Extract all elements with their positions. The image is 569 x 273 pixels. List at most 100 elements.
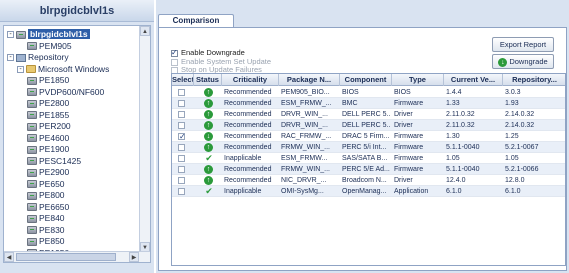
status-cell: ↓: [203, 131, 217, 142]
enable-downgrade-option[interactable]: Enable Downgrade: [171, 48, 245, 57]
tree-node[interactable]: PE840: [27, 212, 65, 224]
tab-comparison-report[interactable]: Comparison Report: [158, 14, 234, 37]
tree-node[interactable]: PE2800: [27, 97, 69, 109]
package-cell: DRVR_WIN_...: [281, 122, 328, 129]
table-row[interactable]: ↑ Recommended PEM905_BIO... BIOS BIOS 1.4.4 3.…: [172, 87, 565, 98]
column-header[interactable]: Package N...: [279, 74, 340, 86]
repository-cell: 12.8.0: [505, 177, 525, 184]
package-cell: NIC_DRVR_...: [281, 177, 327, 184]
tree-node[interactable]: PER200: [27, 120, 71, 132]
table-row[interactable]: ↑ Recommended DRVR_WIN_... DELL PERC 5... Dr…: [172, 120, 565, 131]
table-row[interactable]: ✔ Inapplicable ESM_FRMW... SAS/SATA B... Fir…: [172, 153, 565, 164]
enable-downgrade-label: Enable Downgrade: [181, 48, 245, 57]
tree-node[interactable]: PVDP600/NF600: [27, 86, 104, 98]
column-header[interactable]: Type: [392, 74, 444, 86]
current-cell: 1.33: [446, 100, 460, 107]
column-header[interactable]: Component: [340, 74, 392, 86]
table-row[interactable]: ↑ Recommended NIC_DRVR_... Broadcom N... Dri…: [172, 175, 565, 186]
criticality-cell: Recommended: [224, 89, 272, 96]
tree-node[interactable]: PE800: [27, 189, 65, 201]
status-upgrade-icon: ↑: [204, 165, 213, 174]
status-upgrade-icon: ↑: [204, 99, 213, 108]
status-downgrade-icon: ↓: [204, 132, 213, 141]
server-icon: [27, 122, 37, 131]
select-cell: [172, 87, 194, 98]
server-icon: [27, 168, 37, 177]
tree-horizontal-scrollbar[interactable]: ◀ ▶: [4, 251, 150, 262]
current-cell: 6.1.0: [446, 188, 462, 195]
row-select-checkbox[interactable]: [178, 166, 185, 173]
type-cell: Driver: [394, 111, 413, 118]
tree-node[interactable]: PE830: [27, 224, 65, 236]
scroll-left-arrow-icon[interactable]: ◀: [4, 252, 14, 262]
row-select-checkbox[interactable]: [178, 188, 185, 195]
scroll-right-arrow-icon[interactable]: ▶: [129, 252, 139, 262]
server-icon: [27, 134, 37, 143]
select-cell: [172, 109, 194, 120]
column-header[interactable]: Criticality: [222, 74, 279, 86]
tree-node-label: PE2900: [39, 167, 70, 177]
repository-cell: 3.0.3: [505, 89, 521, 96]
status-cell: ↑: [203, 175, 217, 186]
tree-collapse-icon[interactable]: -: [7, 31, 14, 39]
tree-node[interactable]: PE1900: [27, 143, 69, 155]
tree-collapse-icon[interactable]: -: [7, 54, 14, 62]
tree-node[interactable]: - Microsoft Windows: [17, 63, 109, 75]
criticality-cell: Recommended: [224, 100, 272, 107]
tree-node[interactable]: - blrpgidcblvl1s: [7, 28, 90, 40]
current-cell: 5.1.1-0040: [446, 166, 480, 173]
tree-vertical-scrollbar[interactable]: ▲ ▼: [139, 26, 150, 252]
package-cell: ESM_FRMW_...: [281, 100, 332, 107]
tree-node-label: PE850: [39, 236, 65, 246]
row-select-checkbox[interactable]: [178, 144, 185, 151]
scroll-up-arrow-icon[interactable]: ▲: [140, 26, 150, 36]
tree-node[interactable]: PE1850: [27, 74, 69, 86]
row-select-checkbox[interactable]: ✓: [178, 132, 186, 141]
table-row[interactable]: ↑ Recommended FRMW_WIN_... PERC 5/E Ad... Fi…: [172, 164, 565, 175]
tree-node[interactable]: PESC1425: [27, 155, 81, 167]
table-row[interactable]: ✔ Inapplicable OMI-SysMg... OpenManag... App…: [172, 186, 565, 197]
row-select-checkbox[interactable]: [178, 122, 185, 129]
column-header[interactable]: Current Ve...: [444, 74, 503, 86]
server-icon: [27, 88, 37, 97]
row-select-checkbox[interactable]: [178, 89, 185, 96]
type-cell: BIOS: [394, 89, 411, 96]
select-cell: [172, 98, 194, 109]
table-row[interactable]: ↑ Recommended FRMW_WIN_... PERC 5/i Int... F…: [172, 142, 565, 153]
tree-node[interactable]: PE1855: [27, 109, 69, 121]
column-header[interactable]: Status: [194, 74, 222, 86]
downgrade-button[interactable]: ↓ Downgrade: [492, 54, 554, 69]
tree-node-label: PESC1425: [39, 155, 82, 166]
row-select-checkbox[interactable]: [178, 111, 185, 118]
tree-node[interactable]: PE4600: [27, 132, 69, 144]
tree-node[interactable]: PEM905: [27, 40, 72, 52]
column-header[interactable]: Select: [172, 74, 194, 86]
tree-node[interactable]: PE850: [27, 235, 65, 247]
scroll-thumb[interactable]: [16, 253, 116, 261]
tree-node[interactable]: PE650: [27, 178, 65, 190]
column-header[interactable]: Repository...: [503, 74, 565, 86]
select-cell: [172, 142, 194, 153]
current-cell: 2.11.0.32: [446, 111, 475, 118]
enable-downgrade-checkbox[interactable]: [171, 48, 178, 57]
table-row[interactable]: ↑ Recommended DRVR_WIN_... DELL PERC 5... Dr…: [172, 109, 565, 120]
current-cell: 5.1.1-0040: [446, 144, 480, 151]
component-cell: PERC 5/i Int...: [342, 144, 387, 151]
inventory-tree[interactable]: - blrpgidcblvl1s PEM905- Repository - Microso…: [3, 25, 151, 263]
tree-node[interactable]: - Repository: [7, 51, 69, 63]
tree-node[interactable]: PE2900: [27, 166, 69, 178]
row-select-checkbox[interactable]: [178, 100, 185, 107]
row-select-checkbox[interactable]: [178, 177, 185, 184]
tree-collapse-icon[interactable]: -: [17, 65, 24, 73]
repository-cell: 5.2.1-0066: [505, 166, 539, 173]
table-row[interactable]: ↑ Recommended ESM_FRMW_... BMC Firmware 1.33 1…: [172, 98, 565, 109]
criticality-cell: Recommended: [224, 166, 272, 173]
criticality-cell: Inapplicable: [224, 188, 262, 195]
tree-node[interactable]: PE6650: [27, 201, 69, 213]
export-report-button[interactable]: Export Report: [492, 37, 554, 52]
table-row[interactable]: ✓ ↓ Recommended RAC_FRMW_... DRAC 5 Firm... F…: [172, 131, 565, 142]
downgrade-icon: ↓: [498, 57, 508, 67]
current-cell: 1.05: [446, 155, 460, 162]
row-select-checkbox[interactable]: [178, 155, 185, 162]
tree-node-label: PE4600: [39, 132, 70, 143]
